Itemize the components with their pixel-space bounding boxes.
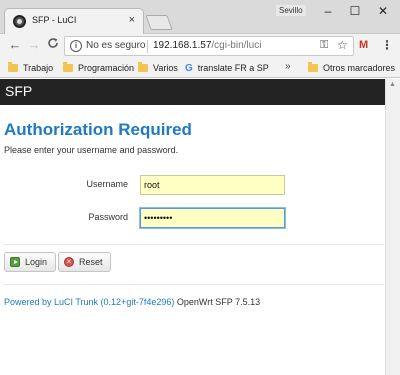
username-label: Username bbox=[86, 179, 128, 189]
bookmark-label: Programación bbox=[78, 63, 135, 73]
bookmark-star-icon[interactable]: ☆ bbox=[337, 38, 348, 52]
gmail-icon[interactable]: M bbox=[359, 39, 368, 51]
footer-divider bbox=[4, 284, 384, 285]
reset-label: Reset bbox=[79, 257, 103, 267]
folder-icon bbox=[8, 62, 18, 72]
bookmark-translate[interactable]: Gtranslate FR a SP bbox=[185, 61, 269, 75]
page-footer: Powered by LuCI Trunk (0.12+git-7f4e296)… bbox=[4, 297, 260, 307]
bookmark-label: Trabajo bbox=[23, 63, 54, 73]
address-bar[interactable]: i No es seguro 192.168.1.57/cgi-bin/luci… bbox=[64, 36, 354, 56]
username-input[interactable] bbox=[140, 175, 285, 195]
password-label: Password bbox=[88, 212, 128, 222]
browser-menu-icon[interactable]: ⋮ bbox=[381, 38, 393, 52]
forward-arrow-icon[interactable]: → bbox=[26, 37, 42, 53]
bookmarks-overflow-icon[interactable]: » bbox=[285, 61, 291, 72]
bookmark-label: Otros marcadores bbox=[323, 63, 396, 73]
scroll-up-icon[interactable]: ▲ bbox=[389, 81, 396, 88]
url-host: 192.168.1.57 bbox=[153, 40, 212, 51]
bookmark-label: translate FR a SP bbox=[197, 63, 269, 73]
back-arrow-icon[interactable]: ← bbox=[7, 37, 23, 53]
luci-link[interactable]: Powered by LuCI Trunk (0.12+git-7f4e296) bbox=[4, 297, 174, 307]
profile-name[interactable]: Sevillo bbox=[276, 5, 306, 16]
security-label[interactable]: No es seguro bbox=[86, 40, 145, 51]
folder-icon bbox=[308, 62, 318, 72]
tab-title: SFP - LuCI bbox=[32, 15, 77, 25]
folder-icon bbox=[138, 62, 148, 72]
browser-toolbar: ← → i No es seguro 192.168.1.57/cgi-bin/… bbox=[0, 34, 400, 58]
url-text[interactable]: 192.168.1.57/cgi-bin/luci bbox=[153, 40, 261, 51]
key-icon[interactable]: ⚿ bbox=[320, 39, 328, 52]
firmware-version: OpenWrt SFP 7.5.13 bbox=[176, 297, 261, 307]
reset-button[interactable]: × Reset bbox=[58, 252, 111, 272]
tab-close-icon[interactable]: × bbox=[129, 13, 135, 27]
bookmarks-bar: Trabajo Programación Varios Gtranslate F… bbox=[0, 58, 400, 78]
password-input[interactable] bbox=[140, 208, 285, 228]
omnibox-separator bbox=[147, 40, 148, 53]
brand-title[interactable]: SFP bbox=[5, 83, 32, 99]
minimize-button[interactable]: – bbox=[313, 2, 343, 20]
bookmark-other[interactable]: Otros marcadores bbox=[308, 61, 395, 75]
maximize-button[interactable]: ☐ bbox=[340, 2, 370, 20]
info-icon[interactable]: i bbox=[70, 40, 82, 52]
luci-favicon-icon bbox=[13, 15, 26, 28]
login-icon bbox=[10, 257, 20, 267]
login-instructions: Please enter your username and password. bbox=[4, 145, 179, 155]
reload-icon[interactable] bbox=[45, 37, 61, 53]
close-window-button[interactable]: ✕ bbox=[368, 2, 398, 20]
page-scrollbar[interactable]: ▲ bbox=[385, 79, 400, 375]
login-button[interactable]: Login bbox=[4, 252, 56, 272]
folder-icon bbox=[63, 62, 73, 72]
page-title: Authorization Required bbox=[4, 120, 192, 139]
new-tab-button[interactable] bbox=[145, 15, 173, 30]
luci-header: SFP bbox=[0, 79, 385, 105]
form-divider bbox=[4, 244, 384, 245]
reload-glyph bbox=[48, 38, 58, 48]
bookmark-label: Varios bbox=[153, 63, 178, 73]
google-icon: G bbox=[185, 63, 193, 74]
browser-tab[interactable]: SFP - LuCI × bbox=[4, 8, 144, 34]
url-path: /cgi-bin/luci bbox=[211, 40, 262, 51]
bookmark-programacion[interactable]: Programación bbox=[63, 61, 134, 75]
reset-icon: × bbox=[64, 257, 74, 267]
bookmark-varios[interactable]: Varios bbox=[138, 61, 178, 75]
login-label: Login bbox=[25, 257, 48, 267]
window-titlebar: SFP - LuCI × Sevillo – ☐ ✕ bbox=[0, 0, 400, 34]
bookmark-trabajo[interactable]: Trabajo bbox=[8, 61, 53, 75]
